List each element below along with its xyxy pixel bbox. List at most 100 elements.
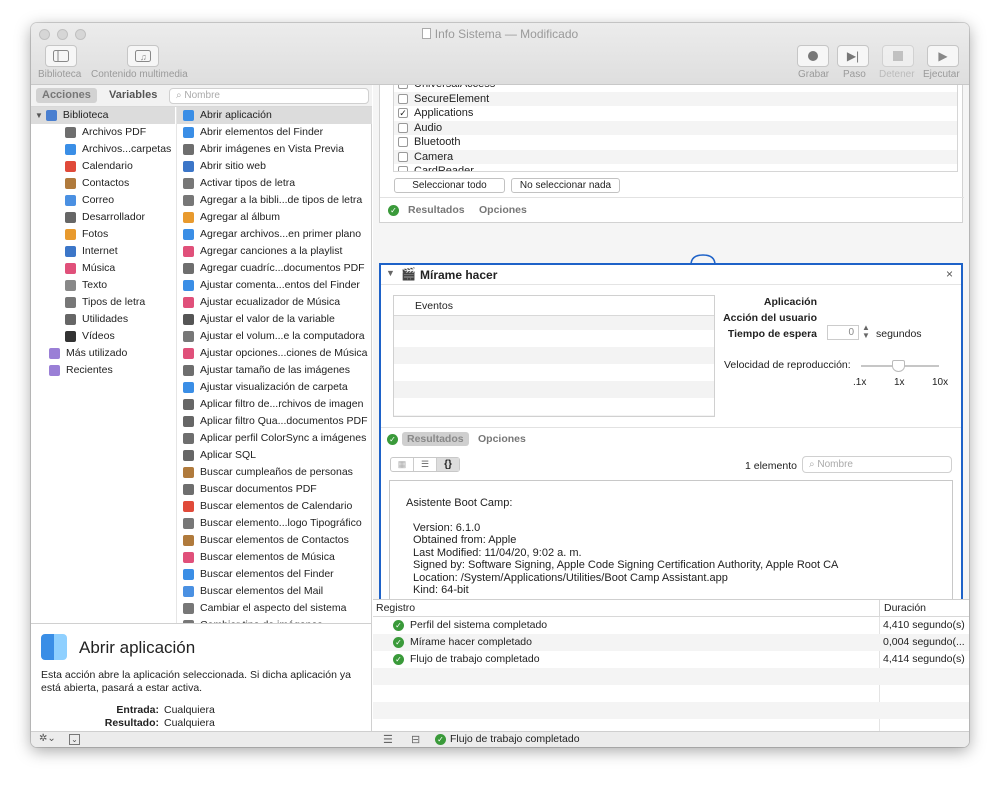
collapse-triangle-icon[interactable]: ▼ — [386, 268, 395, 278]
profile-list: UniversalAccessSecureElement✓Application… — [393, 85, 958, 172]
record-button[interactable] — [797, 45, 829, 67]
close-icon[interactable]: × — [946, 267, 953, 281]
action-icon — [183, 586, 194, 597]
action-item-label: Aplicar SQL — [200, 449, 257, 461]
library-item[interactable]: Tipos de letra — [31, 294, 175, 311]
library-item[interactable]: Fotos — [31, 226, 175, 243]
speed-slider-thumb[interactable] — [892, 360, 905, 372]
action-item[interactable]: Aplicar SQL — [177, 447, 372, 464]
action-item[interactable]: Abrir sitio web — [177, 158, 372, 175]
action-icon — [183, 297, 194, 308]
action-item[interactable]: Ajustar comenta...entos del Finder — [177, 277, 372, 294]
profile-item-checkbox[interactable] — [398, 137, 408, 148]
stop-icon — [893, 51, 903, 61]
action-item[interactable]: Activar tipos de letra — [177, 175, 372, 192]
library-item[interactable]: Calendario — [31, 158, 175, 175]
action-item[interactable]: Buscar elementos de Calendario — [177, 498, 372, 515]
icon-view-icon[interactable]: ▦ — [391, 458, 414, 471]
media-button[interactable]: ♫ — [127, 45, 159, 67]
action-item[interactable]: Abrir imágenes en Vista Previa — [177, 141, 372, 158]
tab-variables[interactable]: Variables — [103, 88, 163, 103]
log-row[interactable]: ✓ Mírame hacer completado 0,004 segundo(..… — [373, 634, 969, 651]
library-toggle-button[interactable] — [45, 45, 77, 67]
library-item[interactable]: Contactos — [31, 175, 175, 192]
library-item[interactable]: Archivos PDF — [31, 124, 175, 141]
library-item[interactable]: Vídeos — [31, 328, 175, 345]
profile-item-checkbox[interactable]: ✓ — [398, 108, 408, 119]
results-search-input[interactable]: ⌕ Nombre — [802, 456, 952, 473]
library-item[interactable]: Correo — [31, 192, 175, 209]
log-view-icon[interactable]: ☰ — [383, 733, 393, 746]
profile-item-checkbox[interactable] — [398, 151, 408, 162]
library-item[interactable]: Utilidades — [31, 311, 175, 328]
action-icon — [183, 178, 194, 189]
list-view-icon[interactable]: ☰ — [414, 458, 437, 471]
wait-time-input[interactable]: 0 — [827, 325, 859, 340]
log-row[interactable]: ✓ Flujo de trabajo completado 4,414 segund… — [373, 651, 969, 668]
log-row[interactable]: ✓ Perfil del sistema completado 4,410 segu… — [373, 617, 969, 634]
library-item[interactable]: Desarrollador — [31, 209, 175, 226]
options-tab[interactable]: Opciones — [478, 433, 526, 445]
stop-button[interactable] — [882, 45, 914, 67]
action-item[interactable]: Agregar canciones a la playlist — [177, 243, 372, 260]
tab-actions[interactable]: Acciones — [36, 88, 97, 103]
action-item[interactable]: Buscar elemento...logo Tipográfico — [177, 515, 372, 532]
library-item[interactable]: Recientes — [31, 362, 175, 379]
action-item[interactable]: Ajustar tamaño de las imágenes — [177, 362, 372, 379]
toggle-info-icon[interactable]: ⌄ — [69, 734, 80, 745]
stepper-icon[interactable]: ▲ ▼ — [862, 324, 870, 340]
action-item[interactable]: Agregar cuadríc...documentos PDF — [177, 260, 372, 277]
action-item[interactable]: Ajustar opciones...ciones de Música — [177, 345, 372, 362]
action-item[interactable]: Ajustar el volum...e la computadora — [177, 328, 372, 345]
action-item[interactable]: Buscar elementos del Finder — [177, 566, 372, 583]
library-item[interactable]: Más utilizado — [31, 345, 175, 362]
profile-item-checkbox[interactable] — [398, 122, 408, 133]
action-item[interactable]: Aplicar perfil ColorSync a imágenes — [177, 430, 372, 447]
profile-item-checkbox[interactable] — [398, 166, 408, 171]
window-title-text: Info Sistema — [434, 27, 502, 41]
results-tab[interactable]: Resultados — [402, 432, 469, 446]
profile-item-checkbox[interactable] — [398, 85, 408, 90]
step-button[interactable]: ▶| — [837, 45, 869, 67]
action-item[interactable]: Cambiar el aspecto del sistema — [177, 600, 372, 617]
results-tab[interactable]: Resultados — [408, 204, 465, 216]
log-row — [373, 668, 969, 685]
action-item[interactable]: Aplicar filtro de...rchivos de imagen — [177, 396, 372, 413]
library-item[interactable]: ▼ Biblioteca — [31, 107, 175, 124]
action-item[interactable]: Abrir aplicación — [177, 107, 372, 124]
action-item[interactable]: Ajustar el valor de la variable — [177, 311, 372, 328]
action-item[interactable]: Agregar a la bibli...de tipos de letra — [177, 192, 372, 209]
library-search-input[interactable]: ⌕ Nombre — [169, 88, 369, 104]
library-item[interactable]: Internet — [31, 243, 175, 260]
action-item[interactable]: Abrir elementos del Finder — [177, 124, 372, 141]
action-item-label: Agregar a la bibli...de tipos de letra — [200, 194, 363, 206]
library-item[interactable]: Archivos...carpetas — [31, 141, 175, 158]
select-none-button[interactable]: No seleccionar nada — [511, 178, 620, 193]
action-item[interactable]: Agregar al álbum — [177, 209, 372, 226]
variables-view-icon[interactable]: ⊟ — [411, 733, 420, 746]
log-col-duration[interactable]: Duración — [879, 600, 926, 617]
select-all-button[interactable]: Seleccionar todo — [394, 178, 505, 193]
library-item[interactable]: Texto — [31, 277, 175, 294]
action-item[interactable]: Buscar elementos del Mail — [177, 583, 372, 600]
action-item[interactable]: Ajustar ecualizador de Música — [177, 294, 372, 311]
profile-item-checkbox[interactable] — [398, 93, 408, 104]
text-view-icon[interactable]: {} — [437, 458, 459, 471]
action-item[interactable]: Buscar elementos de Contactos — [177, 532, 372, 549]
gear-icon[interactable]: ✲⌄ — [39, 733, 56, 744]
action-item[interactable]: Buscar documentos PDF — [177, 481, 372, 498]
action-item[interactable]: Buscar elementos de Música — [177, 549, 372, 566]
options-tab[interactable]: Opciones — [479, 204, 527, 216]
action-item[interactable]: Ajustar visualización de carpeta — [177, 379, 372, 396]
action-item[interactable]: Agregar archivos...en primer plano — [177, 226, 372, 243]
record-icon — [808, 51, 818, 61]
events-table[interactable]: Eventos — [393, 295, 715, 417]
library-item[interactable]: Música — [31, 260, 175, 277]
events-header: Eventos — [394, 296, 714, 316]
action-item[interactable]: Buscar cumpleaños de personas — [177, 464, 372, 481]
action-item[interactable]: Aplicar filtro Qua...documentos PDF — [177, 413, 372, 430]
actions-list: Abrir aplicación Abrir elementos del Find… — [176, 107, 372, 623]
disclosure-triangle-icon[interactable]: ▼ — [35, 107, 43, 124]
run-button[interactable]: ▶ — [927, 45, 959, 67]
log-col-registry[interactable]: Registro — [376, 600, 415, 617]
